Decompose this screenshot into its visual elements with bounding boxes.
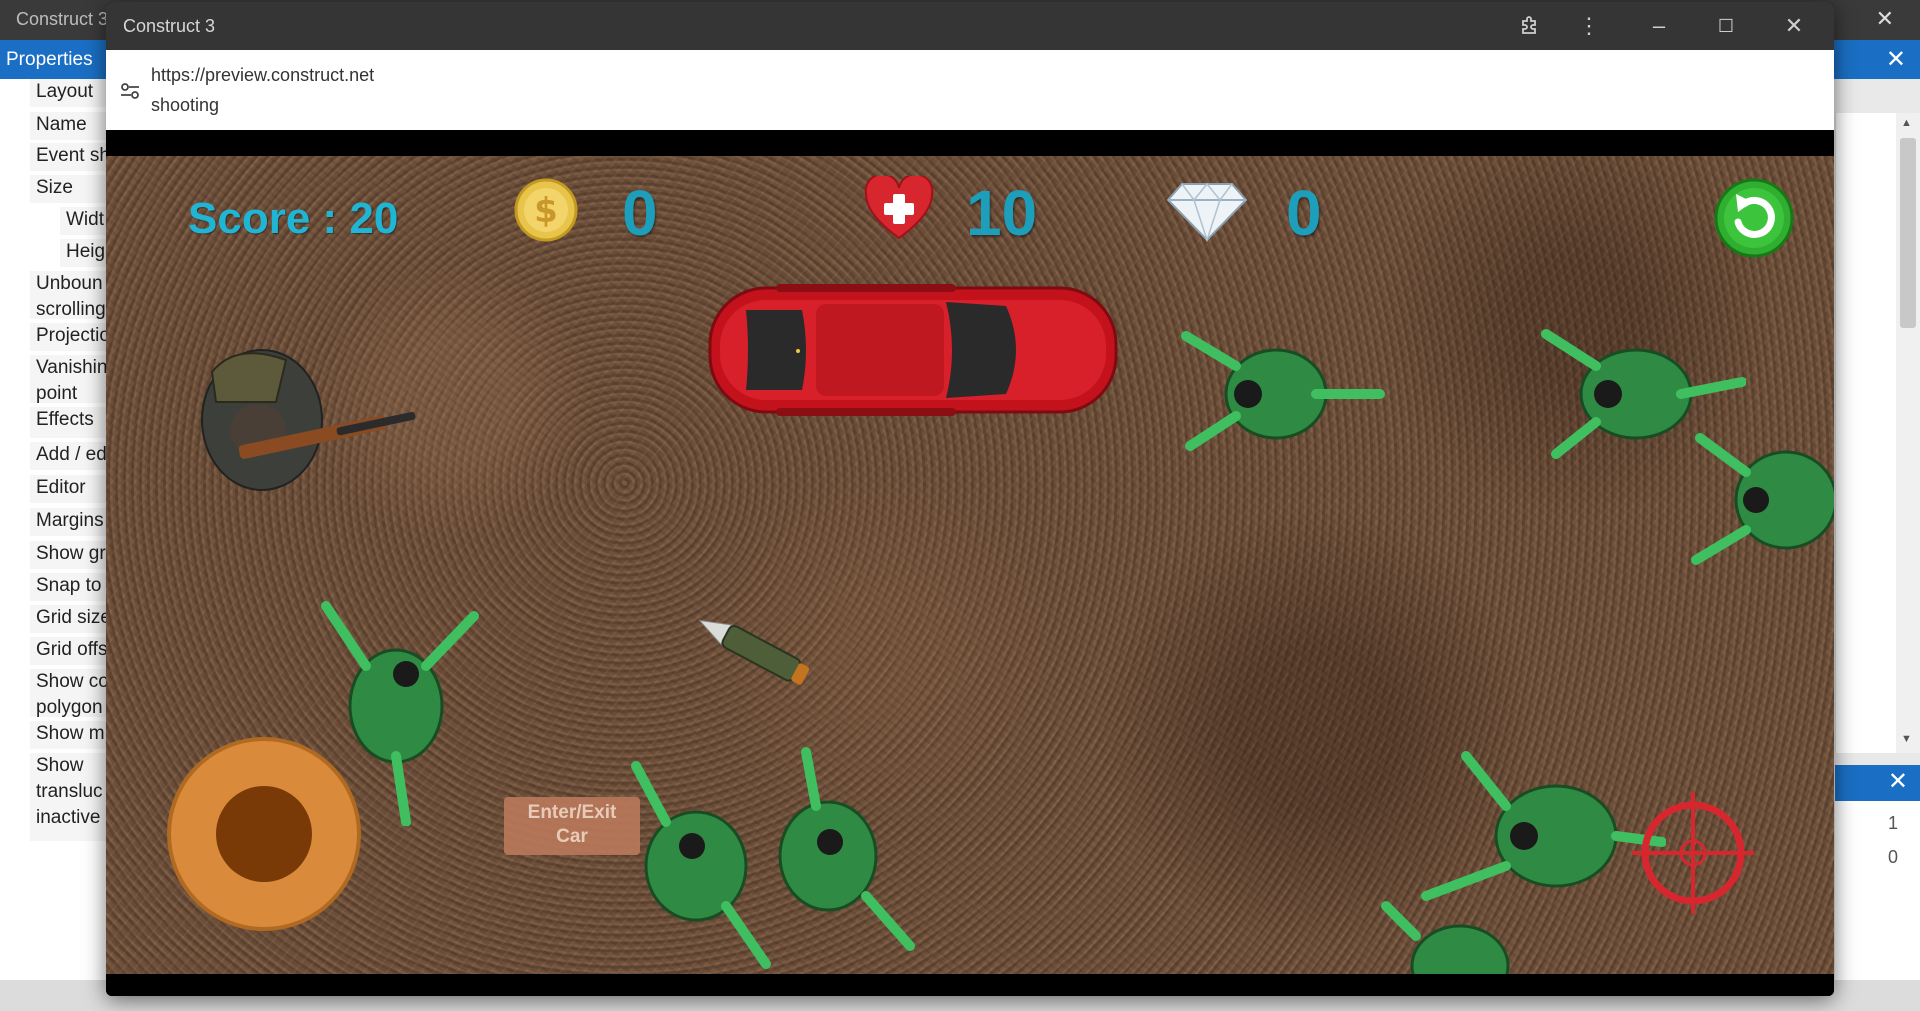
value-2: 0	[1887, 847, 1898, 867]
properties-panel: Layout Name Event sh Size Widt Heig Unboun scr…	[0, 79, 120, 1011]
maximize-icon[interactable]: ☐	[1708, 8, 1744, 44]
right-panel-2-close-icon[interactable]: ✕	[1888, 767, 1908, 796]
site-settings-icon[interactable]	[119, 80, 141, 102]
right-panel-2: 1 0	[1835, 801, 1920, 981]
svg-text:$: $	[534, 191, 558, 231]
preview-titlebar: Construct 3 ⋮ – ☐ ✕	[106, 2, 1834, 50]
enter-exit-car-button[interactable]: Enter/Exit Car	[504, 797, 640, 855]
heart-icon	[864, 176, 934, 240]
coin-counter: 0	[622, 177, 658, 249]
soldier-sprite	[201, 349, 416, 491]
zombie-sprite	[1381, 901, 1510, 974]
score-label: Score : 20	[188, 194, 399, 243]
letterbox-top	[106, 130, 1834, 156]
scroll-up-icon[interactable]: ▲	[1901, 117, 1912, 129]
close-icon[interactable]: ✕	[1776, 8, 1812, 44]
letterbox-bottom	[106, 974, 1834, 996]
right-panel-scrollbar[interactable]: ▲ ▼	[1896, 113, 1920, 753]
value-1: 1	[1887, 813, 1898, 833]
enter-exit-car-label: Enter/Exit Car	[527, 802, 617, 847]
zombie-sprite	[778, 747, 915, 951]
zombie-sprite	[1181, 331, 1385, 451]
car-sprite	[708, 284, 1118, 416]
editor-close-icon[interactable]: ✕	[1876, 6, 1894, 32]
more-vert-icon[interactable]: ⋮	[1571, 8, 1607, 44]
health-counter: 10	[966, 177, 1038, 249]
extension-icon[interactable]	[1512, 8, 1548, 44]
right-panel-2-header: ✕	[1835, 765, 1920, 801]
properties-close-icon[interactable]: ✕	[1886, 45, 1906, 74]
url-text[interactable]: https://preview.construct.net	[151, 65, 374, 86]
restart-icon[interactable]	[1714, 178, 1794, 258]
scroll-thumb[interactable]	[1900, 138, 1916, 328]
diamond-icon	[1166, 182, 1248, 242]
scroll-down-icon[interactable]: ▼	[1901, 733, 1912, 745]
zombie-sprite	[1691, 433, 1834, 565]
properties-title: Properties	[6, 49, 93, 70]
page-title: shooting	[151, 95, 220, 115]
preview-title: Construct 3	[123, 16, 216, 36]
editor-title: Construct 3	[16, 9, 109, 29]
url-bar: https://preview.construct.net shooting	[106, 50, 1834, 130]
preview-window: Construct 3 ⋮ – ☐ ✕ https://preview.cons…	[106, 2, 1834, 996]
diamond-counter: 0	[1286, 177, 1322, 249]
bullet-sprite	[698, 619, 810, 685]
minimize-icon[interactable]: –	[1641, 8, 1677, 44]
crosshair-fire-button[interactable]	[1628, 788, 1758, 918]
joystick[interactable]	[164, 734, 364, 934]
game-canvas[interactable]: Score : 20 $ 0 10 0 Enter/Exit Car	[106, 156, 1834, 974]
coin-icon: $	[514, 178, 578, 242]
